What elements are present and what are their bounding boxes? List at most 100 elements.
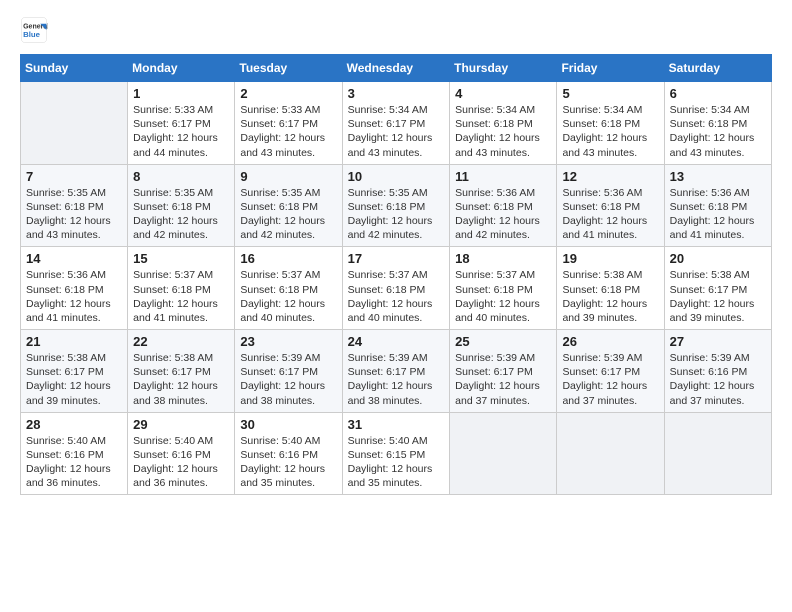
day-number: 18 <box>455 251 551 266</box>
calendar-cell: 12Sunrise: 5:36 AMSunset: 6:18 PMDayligh… <box>557 164 664 247</box>
calendar-cell: 14 Sunrise: 5:36 AMSunset: 6:18 PMDayligh… <box>21 247 128 330</box>
day-info: Sunrise: 5:34 AMSunset: 6:18 PMDaylight:… <box>670 103 766 160</box>
day-number: 9 <box>240 169 336 184</box>
calendar-cell: 18 Sunrise: 5:37 AMSunset: 6:18 PMDayligh… <box>450 247 557 330</box>
day-info: Sunrise: 5:38 AMSunset: 6:17 PMDaylight:… <box>133 351 229 408</box>
day-info: Sunrise: 5:36 AMSunset: 6:18 PMDaylight:… <box>670 186 766 243</box>
col-header-tuesday: Tuesday <box>235 55 342 82</box>
day-info: Sunrise: 5:33 AMSunset: 6:17 PMDaylight:… <box>133 103 229 160</box>
day-info: Sunrise: 5:39 AMSunset: 6:17 PMDaylight:… <box>348 351 445 408</box>
calendar-cell: 29Sunrise: 5:40 AMSunset: 6:16 PMDayligh… <box>128 412 235 495</box>
calendar-cell: 1Sunrise: 5:33 AMSunset: 6:17 PMDaylight… <box>128 82 235 165</box>
col-header-thursday: Thursday <box>450 55 557 82</box>
day-number: 30 <box>240 417 336 432</box>
day-info: Sunrise: 5:40 AMSunset: 6:15 PMDaylight:… <box>348 434 445 491</box>
day-info: Sunrise: 5:34 AMSunset: 6:18 PMDaylight:… <box>562 103 658 160</box>
calendar-week-4: 21 Sunrise: 5:38 AMSunset: 6:17 PMDayligh… <box>21 330 772 413</box>
day-number: 22 <box>133 334 229 349</box>
calendar-cell: 16 Sunrise: 5:37 AMSunset: 6:18 PMDayligh… <box>235 247 342 330</box>
day-info: Sunrise: 5:38 AMSunset: 6:18 PMDaylight:… <box>562 268 658 325</box>
svg-text:Blue: Blue <box>23 30 41 39</box>
day-info: Sunrise: 5:40 AMSunset: 6:16 PMDaylight:… <box>26 434 122 491</box>
day-info: Sunrise: 5:39 AMSunset: 6:17 PMDaylight:… <box>455 351 551 408</box>
day-info: Sunrise: 5:35 AMSunset: 6:18 PMDaylight:… <box>348 186 445 243</box>
calendar-cell: 21 Sunrise: 5:38 AMSunset: 6:17 PMDayligh… <box>21 330 128 413</box>
day-number: 28 <box>26 417 122 432</box>
calendar-cell <box>557 412 664 495</box>
day-number: 4 <box>455 86 551 101</box>
calendar-cell: 6Sunrise: 5:34 AMSunset: 6:18 PMDaylight… <box>664 82 771 165</box>
calendar-cell: 8 Sunrise: 5:35 AMSunset: 6:18 PMDaylight… <box>128 164 235 247</box>
day-info: Sunrise: 5:38 AMSunset: 6:17 PMDaylight:… <box>26 351 122 408</box>
col-header-monday: Monday <box>128 55 235 82</box>
calendar-week-5: 28 Sunrise: 5:40 AMSunset: 6:16 PMDayligh… <box>21 412 772 495</box>
logo-icon: General Blue <box>20 16 48 44</box>
logo: General Blue <box>20 16 48 44</box>
day-info: Sunrise: 5:40 AMSunset: 6:16 PMDaylight:… <box>133 434 229 491</box>
day-number: 11 <box>455 169 551 184</box>
day-info: Sunrise: 5:37 AMSunset: 6:18 PMDaylight:… <box>455 268 551 325</box>
calendar-cell: 13 Sunrise: 5:36 AMSunset: 6:18 PMDayligh… <box>664 164 771 247</box>
calendar-cell: 20Sunrise: 5:38 AMSunset: 6:17 PMDayligh… <box>664 247 771 330</box>
day-number: 16 <box>240 251 336 266</box>
calendar-cell <box>21 82 128 165</box>
calendar-cell: 31 Sunrise: 5:40 AMSunset: 6:15 PMDayligh… <box>342 412 450 495</box>
day-info: Sunrise: 5:36 AMSunset: 6:18 PMDaylight:… <box>26 268 122 325</box>
calendar-cell: 2 Sunrise: 5:33 AMSunset: 6:17 PMDaylight… <box>235 82 342 165</box>
calendar-cell: 7Sunrise: 5:35 AMSunset: 6:18 PMDaylight… <box>21 164 128 247</box>
day-info: Sunrise: 5:33 AMSunset: 6:17 PMDaylight:… <box>240 103 336 160</box>
day-info: Sunrise: 5:35 AMSunset: 6:18 PMDaylight:… <box>133 186 229 243</box>
day-number: 13 <box>670 169 766 184</box>
calendar-cell: 11 Sunrise: 5:36 AMSunset: 6:18 PMDayligh… <box>450 164 557 247</box>
day-number: 10 <box>348 169 445 184</box>
day-number: 14 <box>26 251 122 266</box>
calendar-cell <box>450 412 557 495</box>
calendar-cell: 26Sunrise: 5:39 AMSunset: 6:17 PMDayligh… <box>557 330 664 413</box>
calendar-week-1: 1Sunrise: 5:33 AMSunset: 6:17 PMDaylight… <box>21 82 772 165</box>
calendar-cell: 17 Sunrise: 5:37 AMSunset: 6:18 PMDayligh… <box>342 247 450 330</box>
calendar-cell: 27Sunrise: 5:39 AMSunset: 6:16 PMDayligh… <box>664 330 771 413</box>
calendar-cell: 28 Sunrise: 5:40 AMSunset: 6:16 PMDayligh… <box>21 412 128 495</box>
col-header-friday: Friday <box>557 55 664 82</box>
calendar-cell: 9 Sunrise: 5:35 AMSunset: 6:18 PMDaylight… <box>235 164 342 247</box>
day-number: 15 <box>133 251 229 266</box>
calendar-cell <box>664 412 771 495</box>
col-header-sunday: Sunday <box>21 55 128 82</box>
calendar-cell: 3 Sunrise: 5:34 AMSunset: 6:17 PMDaylight… <box>342 82 450 165</box>
day-info: Sunrise: 5:39 AMSunset: 6:16 PMDaylight:… <box>670 351 766 408</box>
day-info: Sunrise: 5:35 AMSunset: 6:18 PMDaylight:… <box>240 186 336 243</box>
day-number: 8 <box>133 169 229 184</box>
day-number: 24 <box>348 334 445 349</box>
day-info: Sunrise: 5:40 AMSunset: 6:16 PMDaylight:… <box>240 434 336 491</box>
day-info: Sunrise: 5:37 AMSunset: 6:18 PMDaylight:… <box>133 268 229 325</box>
day-number: 19 <box>562 251 658 266</box>
calendar-cell: 25 Sunrise: 5:39 AMSunset: 6:17 PMDayligh… <box>450 330 557 413</box>
calendar-table: SundayMondayTuesdayWednesdayThursdayFrid… <box>20 54 772 495</box>
calendar-week-2: 7Sunrise: 5:35 AMSunset: 6:18 PMDaylight… <box>21 164 772 247</box>
day-number: 31 <box>348 417 445 432</box>
day-info: Sunrise: 5:34 AMSunset: 6:17 PMDaylight:… <box>348 103 445 160</box>
col-header-wednesday: Wednesday <box>342 55 450 82</box>
day-info: Sunrise: 5:37 AMSunset: 6:18 PMDaylight:… <box>348 268 445 325</box>
col-header-saturday: Saturday <box>664 55 771 82</box>
day-number: 23 <box>240 334 336 349</box>
day-number: 17 <box>348 251 445 266</box>
calendar-cell: 24 Sunrise: 5:39 AMSunset: 6:17 PMDayligh… <box>342 330 450 413</box>
day-info: Sunrise: 5:37 AMSunset: 6:18 PMDaylight:… <box>240 268 336 325</box>
calendar-cell: 5 Sunrise: 5:34 AMSunset: 6:18 PMDaylight… <box>557 82 664 165</box>
day-info: Sunrise: 5:38 AMSunset: 6:17 PMDaylight:… <box>670 268 766 325</box>
day-number: 2 <box>240 86 336 101</box>
day-number: 5 <box>562 86 658 101</box>
day-info: Sunrise: 5:36 AMSunset: 6:18 PMDaylight:… <box>455 186 551 243</box>
day-info: Sunrise: 5:39 AMSunset: 6:17 PMDaylight:… <box>562 351 658 408</box>
day-number: 3 <box>348 86 445 101</box>
calendar-week-3: 14 Sunrise: 5:36 AMSunset: 6:18 PMDayligh… <box>21 247 772 330</box>
day-info: Sunrise: 5:39 AMSunset: 6:17 PMDaylight:… <box>240 351 336 408</box>
day-number: 21 <box>26 334 122 349</box>
day-number: 25 <box>455 334 551 349</box>
calendar-cell: 4Sunrise: 5:34 AMSunset: 6:18 PMDaylight… <box>450 82 557 165</box>
calendar-cell: 15 Sunrise: 5:37 AMSunset: 6:18 PMDayligh… <box>128 247 235 330</box>
calendar-cell: 22 Sunrise: 5:38 AMSunset: 6:17 PMDayligh… <box>128 330 235 413</box>
day-number: 12 <box>562 169 658 184</box>
calendar-cell: 19 Sunrise: 5:38 AMSunset: 6:18 PMDayligh… <box>557 247 664 330</box>
